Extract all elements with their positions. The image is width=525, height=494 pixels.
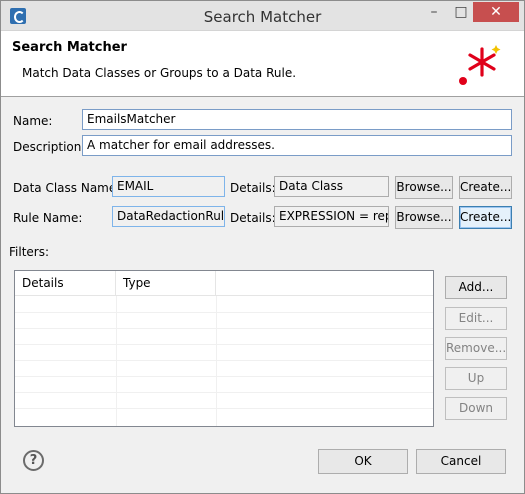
column-divider xyxy=(216,296,217,426)
data-class-label: Data Class Name: xyxy=(13,181,121,195)
rule-details-label: Details: xyxy=(230,211,276,225)
column-divider xyxy=(116,296,117,426)
minimize-button[interactable]: – xyxy=(421,2,447,22)
remove-filter-button[interactable]: Remove... xyxy=(445,337,507,360)
close-button[interactable]: ✕ xyxy=(473,2,519,22)
filters-table-header: Details Type xyxy=(15,271,433,296)
move-up-button[interactable]: Up xyxy=(445,367,507,390)
maximize-button[interactable]: □ xyxy=(448,2,474,22)
ok-button[interactable]: OK xyxy=(318,449,408,474)
table-row xyxy=(15,344,433,345)
name-label: Name: xyxy=(13,114,53,128)
move-down-button[interactable]: Down xyxy=(445,397,507,420)
table-row xyxy=(15,408,433,409)
wizard-banner: Search Matcher Match Data Classes or Gro… xyxy=(1,31,524,97)
edit-filter-button[interactable]: Edit... xyxy=(445,307,507,330)
data-class-details-label: Details: xyxy=(230,181,276,195)
rule-details-field: EXPRESSION = repla xyxy=(274,206,389,227)
data-class-create-button[interactable]: Create... xyxy=(459,176,512,199)
data-class-details-field: Data Class xyxy=(274,176,389,197)
description-field[interactable]: A matcher for email addresses. xyxy=(82,135,512,156)
rule-name-label: Rule Name: xyxy=(13,211,83,225)
column-header-type[interactable]: Type xyxy=(116,271,216,296)
column-header-details[interactable]: Details xyxy=(15,271,116,296)
banner-title: Search Matcher xyxy=(12,40,127,55)
rule-browse-button[interactable]: Browse... xyxy=(395,206,453,229)
name-field[interactable]: EmailsMatcher xyxy=(82,109,512,130)
table-row xyxy=(15,376,433,377)
help-icon[interactable]: ? xyxy=(23,450,44,471)
filters-label: Filters: xyxy=(9,245,50,259)
rule-name-field[interactable]: DataRedactionRule xyxy=(112,206,225,227)
data-class-field[interactable]: EMAIL xyxy=(112,176,225,197)
filters-table[interactable]: Details Type xyxy=(14,270,434,427)
rule-create-button[interactable]: Create... xyxy=(459,206,512,229)
table-row xyxy=(15,328,433,329)
table-row xyxy=(15,312,433,313)
title-bar: Search Matcher – □ ✕ xyxy=(1,1,524,31)
banner-subtitle: Match Data Classes or Groups to a Data R… xyxy=(22,66,297,80)
table-row xyxy=(15,360,433,361)
wizard-asterisk-icon xyxy=(459,45,501,85)
data-class-browse-button[interactable]: Browse... xyxy=(395,176,453,199)
search-matcher-dialog: Search Matcher – □ ✕ Search Matcher Matc… xyxy=(0,0,525,494)
description-label: Description: xyxy=(13,140,86,154)
add-filter-button[interactable]: Add... xyxy=(445,276,507,299)
cancel-button[interactable]: Cancel xyxy=(416,449,506,474)
table-row xyxy=(15,392,433,393)
